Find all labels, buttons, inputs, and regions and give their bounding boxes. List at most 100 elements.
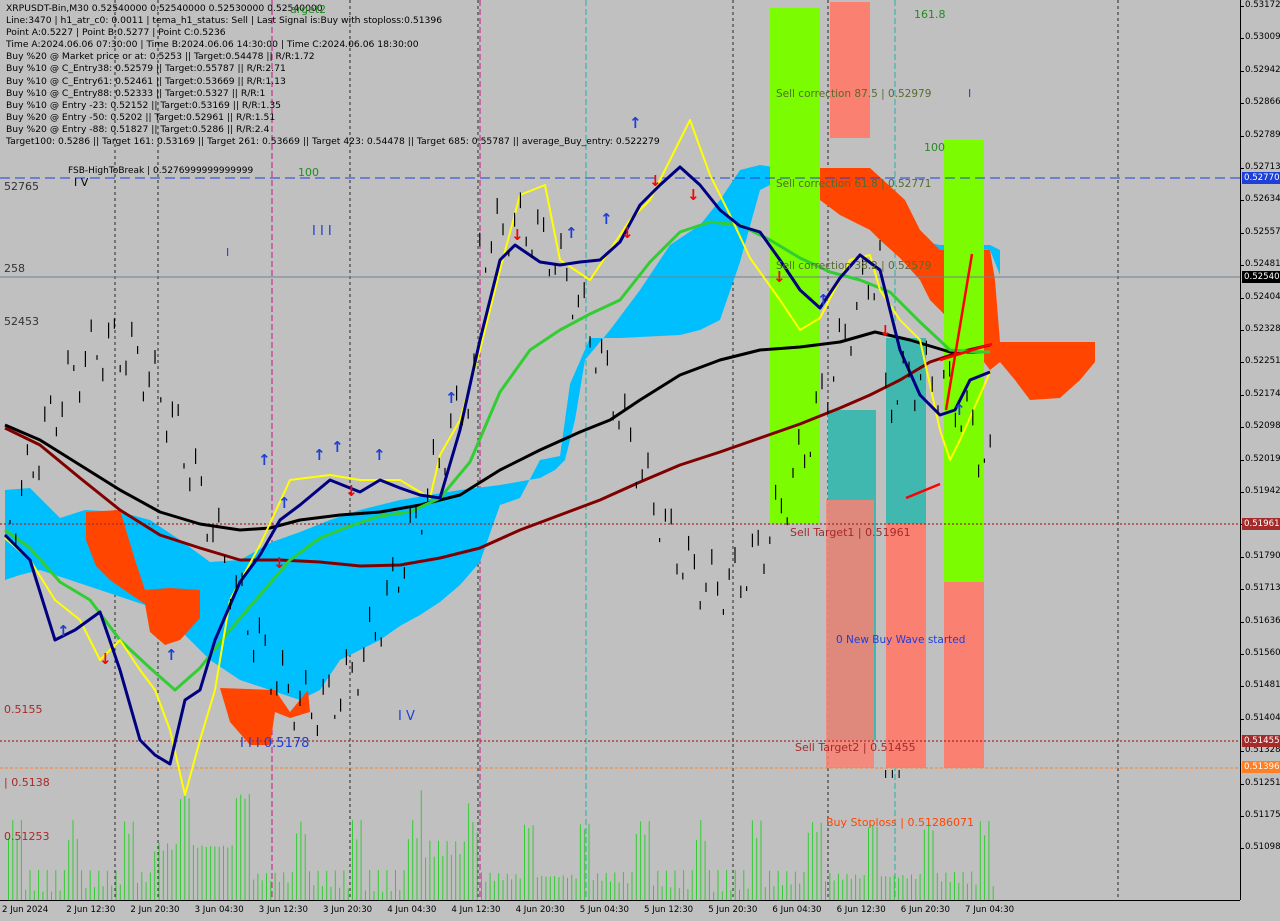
buy-arrow-icon: ↑ [313, 446, 326, 464]
volume-bar [579, 824, 581, 900]
volume-bar [442, 855, 444, 900]
time-axis[interactable]: 2 Jun 2024 2 Jun 12:30 2 Jun 20:30 3 Jun 04… [0, 900, 1240, 921]
volume-bar [769, 870, 771, 900]
volume-bar [300, 821, 302, 900]
volume-bar [145, 882, 147, 900]
volume-bar [687, 889, 689, 900]
ichimoku-cloud-bull [5, 165, 780, 700]
volume-bar [889, 876, 891, 900]
volume-bar [971, 871, 973, 900]
volume-bar [184, 794, 186, 900]
volume-bar [115, 871, 117, 900]
sell-arrow-icon: ↓ [621, 224, 634, 242]
time-tick: 6 Jun 12:30 [836, 905, 886, 915]
price-tick: 0.51481 [1240, 680, 1280, 691]
volume-bar [270, 881, 272, 900]
level-label-5155: 0.5155 [4, 703, 43, 716]
volume-bar [42, 891, 44, 900]
volume-bar [945, 872, 947, 900]
info-line: Buy %10 @ C_Entry38: 0.52579 || Target:0… [6, 63, 286, 75]
volume-bar [425, 857, 427, 900]
volume-bar [850, 878, 852, 900]
volume-bar [369, 870, 371, 900]
price-tick: 0.51404 [1240, 712, 1280, 723]
sell-target1-label: Sell Target1 | 0.51961 [790, 526, 911, 539]
volume-bar [8, 838, 9, 900]
volume-bar [954, 872, 955, 900]
volume-bar [992, 886, 994, 900]
volume-bar [558, 877, 560, 900]
volume-bar [364, 890, 366, 900]
info-line: Buy %10 @ Entry -23: 0.52152 || Target:0… [6, 99, 282, 111]
price-tag: 0.51455 [1242, 735, 1280, 747]
volume-bar [266, 873, 267, 900]
time-tick: 6 Jun 20:30 [900, 905, 950, 915]
volume-bar [816, 831, 818, 900]
info-line: Target100: 0.5286 || Target 161: 0.53169… [6, 136, 660, 148]
volume-bar [433, 856, 435, 900]
volume-bar [468, 803, 470, 900]
volume-bar [261, 880, 263, 900]
volume-bar [214, 846, 216, 900]
volume-bar [248, 794, 250, 900]
volume-bar [321, 885, 323, 900]
volume-bar [352, 820, 353, 900]
sell-correction-61-label: Sell correction 61.8 | 0.52771 [776, 178, 932, 190]
price-tick: 0.52328 [1240, 324, 1280, 334]
volume-bar [726, 870, 728, 900]
volume-bar [562, 875, 564, 900]
volume-bar [786, 871, 788, 900]
price-tick: 0.51560 [1240, 648, 1280, 658]
volume-bar [640, 821, 642, 900]
volume-bar [68, 839, 70, 900]
volume-bar [842, 879, 844, 900]
sell-target2-label: Sell Target2 | 0.51455 [795, 741, 916, 754]
volume-bar [721, 891, 723, 900]
buy-arrow-icon: ↑ [278, 494, 291, 512]
time-tick: 6 Jun 04:30 [772, 905, 822, 915]
volume-bar [360, 820, 362, 900]
volume-bar [833, 880, 835, 900]
volume-bar [751, 820, 753, 900]
volume-bar [691, 870, 693, 900]
volume-bar [777, 870, 779, 900]
price-chart-area[interactable]: ↑ ↑ ↑ ↑ ↑ ↑ ↑ ↑ ↑ ↑ ↑ ↑ ↑ ↓ ↓ ↓ ↓ ↓ ↓ ↓ ↓ ↓ XRPUSDT-Bin,M30 0… [0, 0, 1240, 900]
info-panel: XRPUSDT-Bin,M30 0.52540000 0.52540000 0.… [6, 3, 660, 148]
level-label-52453: 52453 [4, 315, 39, 328]
sell-arrow-icon: ↓ [511, 226, 524, 244]
volume-bar [141, 872, 143, 900]
fib-100-label: 100 [924, 141, 945, 154]
volume-bar [459, 854, 461, 900]
volume-bar [928, 823, 930, 900]
volume-bar [859, 878, 861, 900]
volume-bar [902, 875, 904, 900]
info-line: Line:3470 | h1_atr_c0: 0.0011 | tema_h1_… [6, 15, 443, 27]
time-tick: 3 Jun 04:30 [194, 905, 244, 915]
level-label-258: 258 [4, 262, 25, 275]
volume-bar [502, 880, 504, 900]
volume-bar [46, 870, 48, 900]
volume-bar [708, 870, 710, 900]
price-tag: 0.51396 [1242, 761, 1280, 773]
price-axis[interactable]: 0.53172 0.53009 0.52942 0.52866 0.52789 0.527… [1240, 0, 1280, 900]
volume-bar [102, 886, 104, 900]
volume-bar [678, 888, 680, 900]
volume-bar [597, 873, 599, 900]
time-tick: 7 Jun 04:30 [965, 905, 1015, 915]
volume-bar [119, 884, 121, 900]
volume-bar [635, 833, 637, 900]
volume-bar [51, 891, 52, 900]
price-tick: 0.52866 [1240, 97, 1280, 108]
volume-bar [528, 827, 530, 900]
volume-bar [283, 872, 285, 900]
volume-bar [773, 886, 775, 900]
price-tick: 0.52634 [1240, 194, 1280, 205]
volume-bar [330, 886, 332, 900]
volume-bar [906, 878, 908, 900]
price-tick: 0.52251 [1240, 356, 1280, 367]
volume-bar [128, 833, 130, 900]
price-tick: 0.51790 [1240, 550, 1280, 561]
buy-arrow-icon: ↑ [331, 438, 344, 456]
chart-window[interactable]: ↑ ↑ ↑ ↑ ↑ ↑ ↑ ↑ ↑ ↑ ↑ ↑ ↑ ↓ ↓ ↓ ↓ ↓ ↓ ↓ ↓ ↓ XRPUSDT-Bin,M30 0… [0, 0, 1280, 921]
volume-bar [489, 872, 491, 900]
